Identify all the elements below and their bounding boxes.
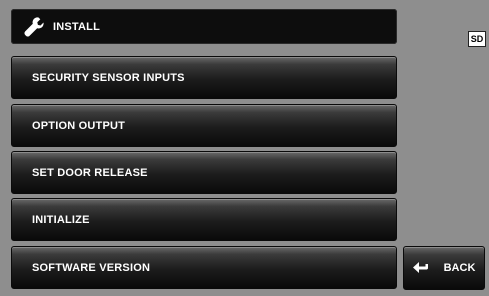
- set-door-release-button[interactable]: SET DOOR RELEASE: [11, 151, 397, 194]
- return-arrow-icon: [412, 261, 429, 275]
- security-sensor-inputs-button[interactable]: SECURITY SENSOR INPUTS: [11, 56, 397, 99]
- sd-card-badge: SD: [468, 31, 486, 47]
- install-screen: INSTALL SD SECURITY SENSOR INPUTS OPTION…: [0, 0, 489, 296]
- title-bar: INSTALL: [11, 9, 397, 44]
- option-output-button[interactable]: OPTION OUTPUT: [11, 104, 397, 147]
- software-version-button[interactable]: SOFTWARE VERSION: [11, 246, 397, 289]
- wrench-icon: [22, 15, 46, 39]
- back-button[interactable]: BACK: [403, 246, 485, 290]
- page-title: INSTALL: [53, 20, 101, 33]
- back-label: BACK: [443, 262, 476, 274]
- initialize-button[interactable]: INITIALIZE: [11, 198, 397, 241]
